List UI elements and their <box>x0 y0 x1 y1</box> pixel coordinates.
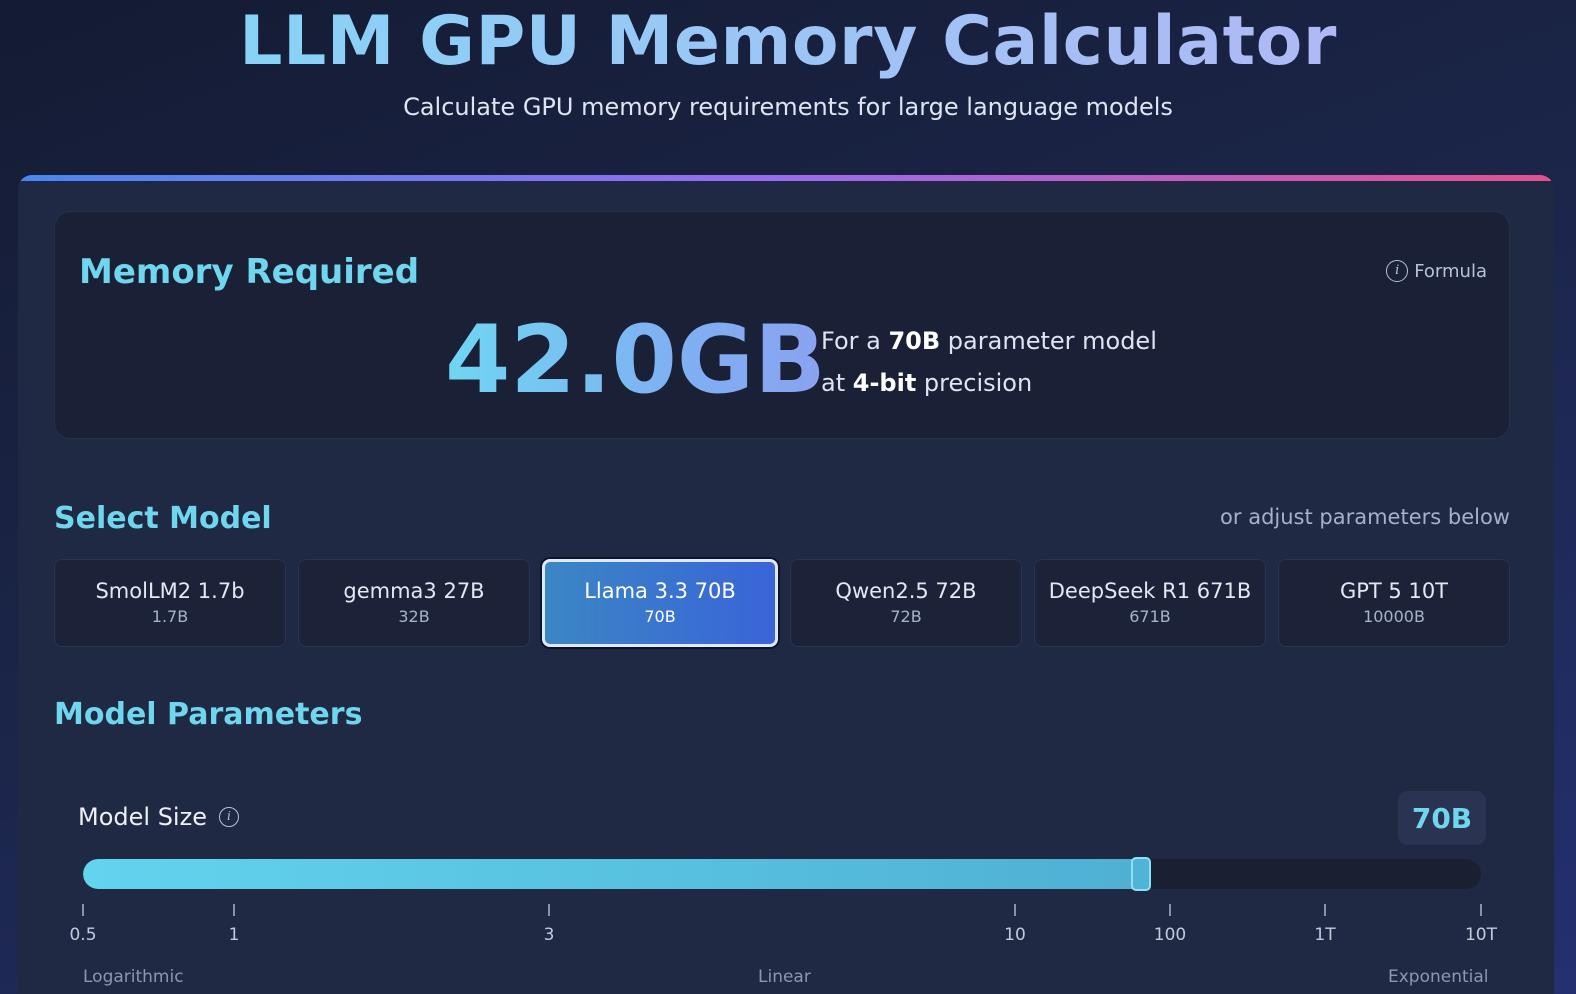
model-size-label: Model Size i <box>78 803 239 831</box>
formula-button[interactable]: i Formula <box>1386 260 1487 282</box>
slider-tick <box>1324 904 1326 916</box>
precision-value: 4-bit <box>852 369 917 397</box>
model-size-slider-track[interactable] <box>83 859 1481 889</box>
slider-tick <box>82 904 84 916</box>
model-size: 72B <box>890 607 922 626</box>
model-parameters-title: Model Parameters <box>54 697 363 732</box>
page-subtitle: Calculate GPU memory requirements for la… <box>403 93 1173 121</box>
scale-label-exponential: Exponential <box>1388 967 1489 987</box>
model-size: 70B <box>644 607 676 626</box>
model-name: GPT 5 10T <box>1339 579 1449 603</box>
model-button[interactable]: SmolLM2 1.7b 1.7B <box>54 559 286 647</box>
model-name: SmolLM2 1.7b <box>95 579 245 603</box>
formula-label: Formula <box>1414 260 1487 282</box>
card-gradient-bar <box>18 175 1554 181</box>
memory-title: Memory Required <box>79 252 420 292</box>
memory-value: 42.0GB <box>445 306 826 415</box>
model-button[interactable]: GPT 5 10T 10000B <box>1278 559 1510 647</box>
slider-tick <box>1014 904 1016 916</box>
calculator-card: Memory Required i Formula 42.0GB For a 7… <box>18 175 1554 994</box>
page-title: LLM GPU Memory Calculator <box>0 4 1576 80</box>
slider-tick-label: 3 <box>543 925 555 945</box>
model-name: DeepSeek R1 671B <box>1048 579 1252 603</box>
model-name: gemma3 27B <box>343 579 485 603</box>
model-size: 10000B <box>1363 607 1425 626</box>
model-size-value: 70B <box>1398 791 1486 845</box>
param-count: 70B <box>888 327 941 355</box>
model-button[interactable]: Llama 3.3 70B 70B <box>542 559 778 647</box>
slider-tick-label: 0.5 <box>69 925 97 945</box>
memory-desc-line-1: For a 70B parameter model <box>821 327 1157 355</box>
scale-label-logarithmic: Logarithmic <box>83 967 184 987</box>
slider-tick-label: 10T <box>1464 925 1498 945</box>
slider-tick <box>1169 904 1171 916</box>
model-size: 32B <box>398 607 430 626</box>
slider-tick-label: 100 <box>1153 925 1187 945</box>
slider-tick <box>1480 904 1482 916</box>
memory-desc-line-2: at 4-bit precision <box>821 369 1033 397</box>
slider-tick <box>548 904 550 916</box>
model-button[interactable]: gemma3 27B 32B <box>298 559 530 647</box>
select-model-hint: or adjust parameters below <box>1220 505 1510 529</box>
model-size: 1.7B <box>151 607 189 626</box>
slider-tick <box>233 904 235 916</box>
model-button[interactable]: DeepSeek R1 671B 671B <box>1034 559 1266 647</box>
info-icon: i <box>1386 260 1409 282</box>
model-button[interactable]: Qwen2.5 72B 72B <box>790 559 1022 647</box>
model-size-slider-thumb[interactable] <box>1131 857 1151 891</box>
model-name: Llama 3.3 70B <box>584 579 736 603</box>
scale-label-linear: Linear <box>758 967 811 987</box>
model-size: 671B <box>1129 607 1171 626</box>
model-size-slider-fill <box>83 859 1141 889</box>
model-size-info-icon[interactable]: i <box>218 807 239 827</box>
slider-tick-label: 10 <box>1004 925 1026 945</box>
slider-tick-label: 1T <box>1314 925 1336 945</box>
memory-description: For a 70B parameter model at 4-bit preci… <box>821 320 1157 404</box>
memory-result-panel: Memory Required i Formula 42.0GB For a 7… <box>54 211 1510 439</box>
slider-tick-label: 1 <box>228 925 240 945</box>
model-name: Qwen2.5 72B <box>835 579 977 603</box>
model-presets: SmolLM2 1.7b 1.7B gemma3 27B 32B Llama 3.3 7… <box>54 559 1510 647</box>
select-model-title: Select Model <box>54 501 272 536</box>
